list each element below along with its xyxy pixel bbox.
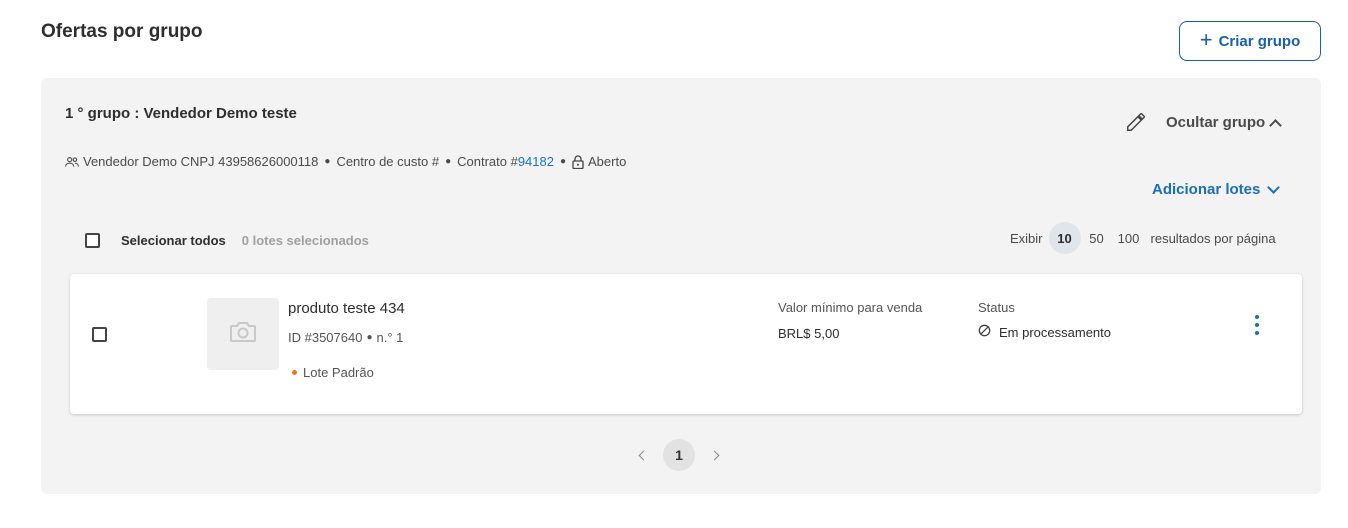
next-page-button[interactable] xyxy=(705,444,727,466)
lot-card: produto teste 434 ID #3507640 ● n.° 1 Lo… xyxy=(70,274,1302,414)
status-value-row: Em processamento xyxy=(978,324,1111,340)
page-title: Ofertas por grupo xyxy=(41,21,203,42)
selected-count: 0 lotes selecionados xyxy=(241,233,369,248)
lot-number: n.° 1 xyxy=(376,330,404,345)
group-meta: Vendedor Demo CNPJ 43958626000118 ● Cent… xyxy=(65,154,626,169)
create-group-button[interactable]: + Criar grupo xyxy=(1179,21,1321,61)
prev-page-button[interactable] xyxy=(631,444,653,466)
page-size-option-50[interactable]: 50 xyxy=(1081,222,1113,254)
page-button-current[interactable]: 1 xyxy=(663,439,695,471)
group-panel: 1 ° grupo : Vendedor Demo teste Ocultar … xyxy=(41,78,1321,494)
blocked-circle-icon xyxy=(978,324,991,340)
create-group-label: Criar grupo xyxy=(1218,32,1301,50)
camera-icon xyxy=(229,320,257,349)
separator-dot: ● xyxy=(324,156,331,167)
page-size-suffix: resultados por página xyxy=(1150,230,1276,246)
select-all-label: Selecionar todos xyxy=(121,233,226,248)
chevron-left-icon xyxy=(638,450,649,460)
contract-prefix: Contrato # xyxy=(457,154,518,169)
product-thumbnail xyxy=(207,298,279,370)
more-options-icon[interactable] xyxy=(1250,315,1264,335)
group-title: 1 ° grupo : Vendedor Demo teste xyxy=(65,105,297,122)
lot-type-row: Lote Padrão xyxy=(292,365,374,380)
seller-info: Vendedor Demo CNPJ 43958626000118 xyxy=(83,154,319,169)
select-all-checkbox[interactable] xyxy=(85,233,100,248)
separator-dot: ● xyxy=(559,156,567,167)
status-value: Em processamento xyxy=(999,324,1111,340)
hide-group-label: Ocultar grupo xyxy=(1166,114,1266,131)
lot-type-dot xyxy=(292,370,297,375)
product-name[interactable]: produto teste 434 xyxy=(288,300,405,317)
page-size-option-10[interactable]: 10 xyxy=(1048,222,1081,254)
product-id: ID #3507640 xyxy=(288,330,363,345)
cost-center: Centro de custo # xyxy=(336,154,440,169)
min-value-label: Valor mínimo para venda xyxy=(778,300,923,315)
edit-pencil-icon[interactable] xyxy=(1125,111,1147,133)
product-id-row: ID #3507640 ● n.° 1 xyxy=(288,330,403,345)
chevron-down-icon xyxy=(1267,181,1281,194)
page-size-label: Exibir xyxy=(1010,230,1043,246)
pagination: 1 xyxy=(631,439,727,471)
lot-type: Lote Padrão xyxy=(303,365,374,380)
chevron-up-icon xyxy=(1269,118,1283,132)
add-lots-label: Adicionar lotes xyxy=(1152,181,1261,198)
chevron-right-icon xyxy=(709,450,720,460)
people-icon xyxy=(65,156,79,168)
lot-checkbox[interactable] xyxy=(92,327,107,342)
lock-open-icon xyxy=(572,154,584,169)
min-value: BRL$ 5,00 xyxy=(778,326,840,341)
separator-dot: ● xyxy=(445,156,452,167)
contract-link[interactable]: 94182 xyxy=(518,154,554,169)
plus-icon: + xyxy=(1199,27,1213,52)
group-status: Aberto xyxy=(588,154,627,169)
status-label: Status xyxy=(978,300,1015,315)
add-lots-button[interactable]: Adicionar lotes xyxy=(1152,181,1281,198)
separator-dot: ● xyxy=(366,332,373,343)
hide-group-toggle[interactable]: Ocultar grupo xyxy=(1166,114,1283,132)
page-size-option-100[interactable]: 100 xyxy=(1113,222,1145,254)
select-all-row: Selecionar todos 0 lotes selecionados xyxy=(85,233,369,248)
page-size-selector: Exibir 10 50 100 resultados por página xyxy=(1010,222,1276,254)
